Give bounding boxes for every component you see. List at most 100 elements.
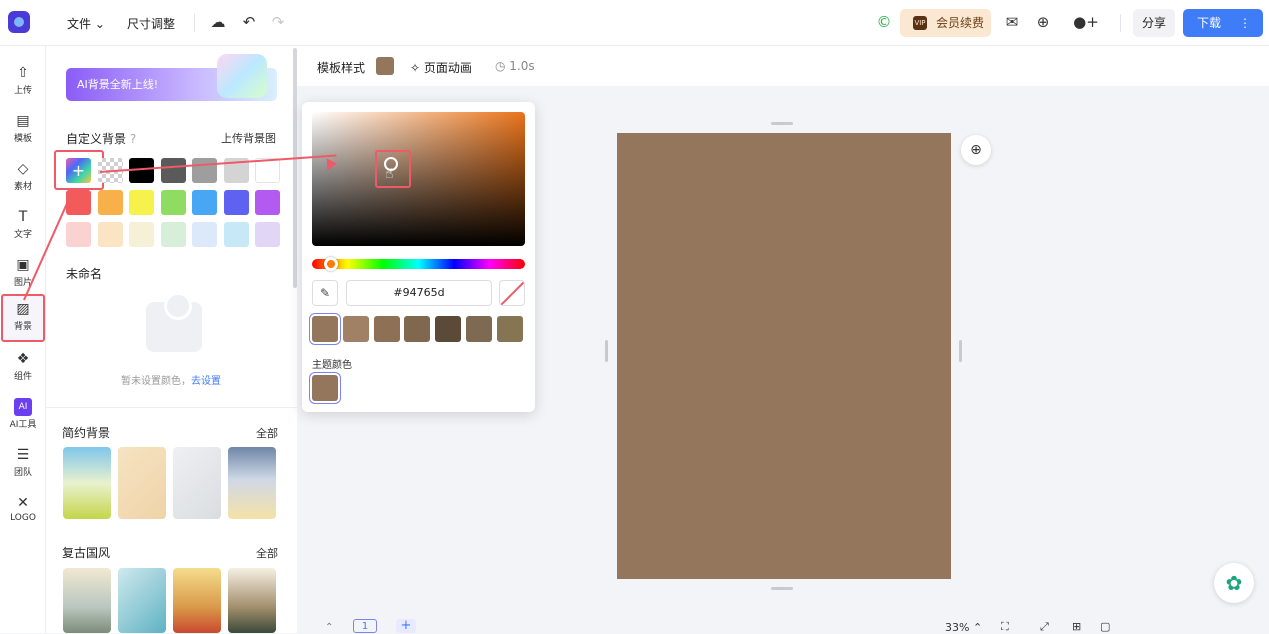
color-swatch[interactable] [223,222,249,247]
color-swatch[interactable] [192,158,217,183]
upload-bg-link[interactable]: 上传背景图 [221,130,276,146]
color-swatch[interactable] [97,222,123,247]
color-swatch[interactable] [66,222,91,247]
ai-background-banner[interactable]: AI背景全新上线! [66,54,277,101]
bg-thumbnail[interactable] [118,568,166,633]
go-settings-link[interactable]: 去设置 [191,376,221,387]
rail-item-upload[interactable]: ⇧ 上传 [0,60,46,104]
cloud-save-icon[interactable]: ☁ [208,12,228,32]
background-panel: AI背景全新上线! 自定义背景 ? 上传背景图 + 未命名 暂未设置颜色，去设置… [46,46,297,633]
eyedropper-icon[interactable]: ✎ [312,280,338,306]
undo-icon[interactable]: ↶ [239,12,259,32]
rail-item-text[interactable]: T 文字 [0,204,46,248]
add-comment-icon[interactable]: ⊕ [1033,12,1053,32]
preset-color-swatch[interactable] [312,316,338,342]
bg-thumbnail[interactable] [63,447,111,519]
page-resize-handle-bottom[interactable] [771,587,793,590]
redo-icon[interactable]: ↷ [268,12,288,32]
zoom-level[interactable]: 33% ⌃ [945,621,982,634]
saturation-value-area[interactable] [312,112,525,246]
rail-item-background[interactable]: ▨ 背景 [1,294,45,342]
upload-icon: ⇧ [17,65,29,81]
preset-color-swatch[interactable] [466,316,492,342]
color-swatch[interactable] [97,190,123,215]
grid-icon[interactable]: ⊞ [1072,620,1081,633]
help-icon[interactable]: ? [130,132,136,146]
rail-item-ai-tools[interactable]: AI AI工具 [0,394,46,438]
comment-icon[interactable]: ✉ [1002,12,1022,32]
canvas-page[interactable] [617,133,951,579]
preset-color-swatch[interactable] [404,316,431,342]
template-icon: ▤ [16,113,30,129]
page-thumbnail-button[interactable]: 1 [353,619,377,633]
rail-item-components[interactable]: ❖ 组件 [0,346,46,390]
copyright-icon[interactable]: © [874,12,894,32]
share-button[interactable]: 分享 [1133,9,1175,37]
color-swatch[interactable] [129,190,154,215]
page-resize-handle-top[interactable] [771,122,793,125]
rail-item-logo-tool[interactable]: ✕ LOGO [0,490,46,534]
page-resize-handle-right[interactable] [959,340,962,362]
cursor-hand-icon: ☝ [385,166,394,182]
page-resize-handle-left[interactable] [605,340,608,362]
simple-bg-title: 简约背景 [62,426,111,440]
preset-color-swatch[interactable] [496,316,523,342]
resize-button[interactable]: 尺寸调整 [127,15,175,32]
add-page-icon[interactable]: ⊕ [961,135,991,165]
ai-tools-icon: AI [14,398,32,416]
ai-assistant-icon[interactable]: ✿ [1214,563,1254,603]
vip-renew-button[interactable]: VIP 会员续费 [900,9,991,37]
bg-thumbnail[interactable] [173,568,221,633]
hue-knob[interactable] [324,257,338,271]
color-swatch[interactable] [255,222,280,247]
help-bubble-icon[interactable]: ▢ [1100,620,1110,633]
fit-screen-icon[interactable]: ⛶ [1001,620,1009,634]
color-swatch[interactable] [160,222,186,247]
no-color-button[interactable] [499,280,525,306]
template-color-swatch[interactable] [376,57,394,75]
rail-item-image[interactable]: ▣ 图片 [0,252,46,296]
unnamed-title: 未命名 [66,267,103,281]
download-button[interactable]: 下载 ⋮ [1183,9,1263,37]
more-icon[interactable]: ⋮ [1239,9,1251,37]
divider [1120,14,1121,32]
duration-button[interactable]: ◷ 1.0s [495,59,535,73]
color-swatch[interactable] [192,222,217,247]
hex-input[interactable]: #94765d [346,280,492,306]
collapse-icon[interactable]: ⌃ [325,622,337,633]
rail-item-elements[interactable]: ◇ 素材 [0,156,46,200]
color-swatch[interactable] [129,222,154,247]
collaborator-avatar-icon[interactable]: ●+ [1066,12,1106,32]
color-swatch[interactable] [192,190,217,215]
retro-all-link[interactable]: 全部 [256,545,278,561]
color-swatch[interactable] [223,190,249,215]
components-icon: ❖ [16,351,30,367]
bg-thumbnail[interactable] [228,447,276,519]
rail-item-label: LOGO [10,513,36,523]
rail-item-team[interactable]: ☰ 团队 [0,442,46,486]
page-animation-button[interactable]: ✧ 页面动画 [410,59,472,76]
top-bar: 文件 ⌄ 尺寸调整 ☁ ↶ ↷ © VIP 会员续费 ✉ ⊕ ●+ 分享 下载 … [0,0,1269,46]
file-menu[interactable]: 文件 ⌄ [67,15,105,32]
fullscreen-icon[interactable]: ⤢ [1040,620,1049,634]
rail-item-label: AI工具 [9,420,37,430]
left-rail: ⇧ 上传 ▤ 模板 ◇ 素材 T 文字 ▣ 图片 ▨ 背景 ❖ 组件 AI AI工具 ☰ 团队 ✕ LOGO [0,46,46,633]
bg-thumbnail[interactable] [118,447,166,519]
rail-item-label: 图片 [13,278,32,288]
color-swatch[interactable] [255,190,280,215]
preset-color-swatch[interactable] [373,316,400,342]
color-swatch[interactable] [160,158,186,183]
bg-thumbnail[interactable] [173,447,221,519]
simple-bg-all-link[interactable]: 全部 [256,425,278,441]
color-swatch[interactable] [160,190,186,215]
bg-thumbnail[interactable] [228,568,276,633]
preset-color-swatch[interactable] [342,316,369,342]
preset-color-swatch[interactable] [435,316,462,342]
rail-item-template[interactable]: ▤ 模板 [0,108,46,152]
add-page-button[interactable]: + [396,619,416,633]
hue-slider[interactable] [312,257,525,271]
theme-color-swatch[interactable] [312,375,338,401]
bg-thumbnail[interactable] [63,568,111,633]
app-logo-icon[interactable] [8,11,30,33]
background-icon: ▨ [16,301,30,317]
